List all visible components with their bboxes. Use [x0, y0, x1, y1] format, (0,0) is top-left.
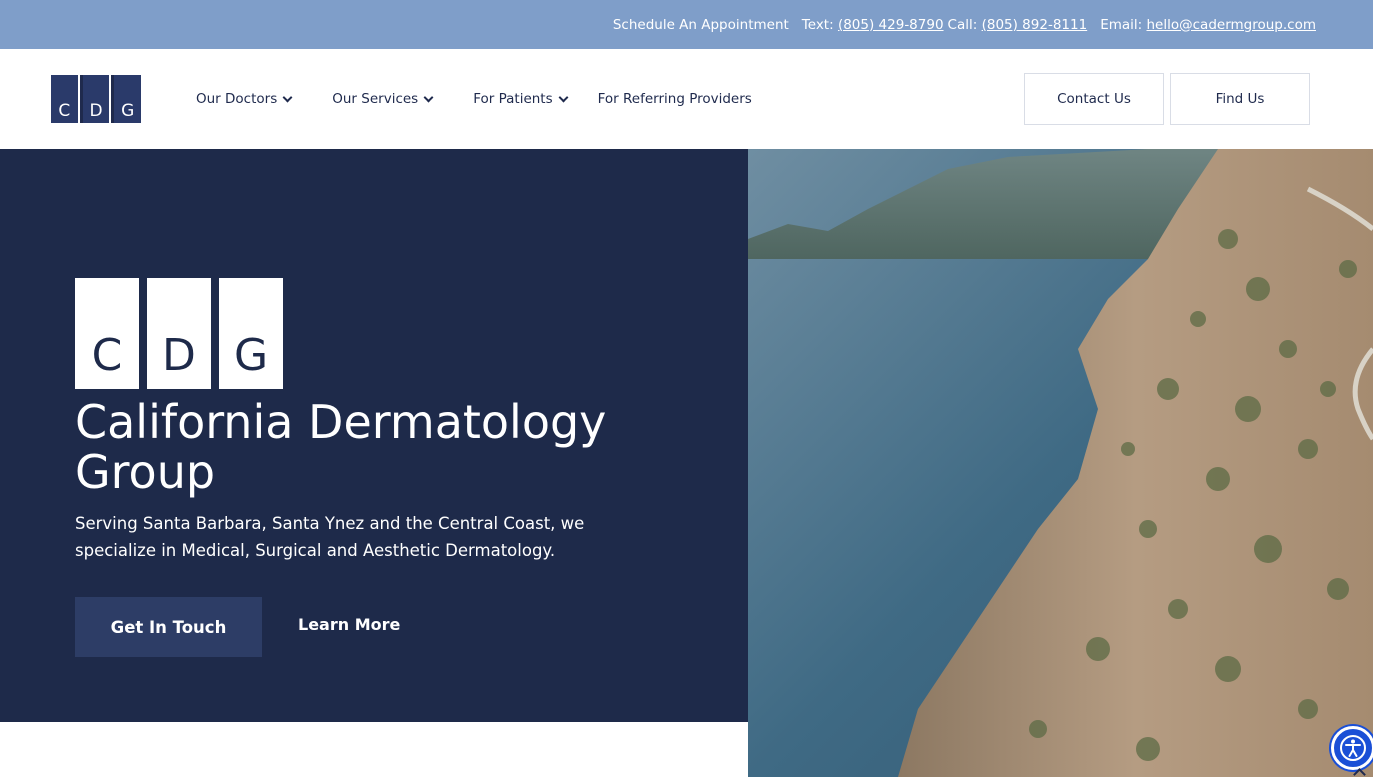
nav-for-patients[interactable]: For Patients — [473, 91, 569, 107]
accessibility-icon — [1340, 735, 1366, 761]
call-label: Call: — [947, 16, 978, 33]
hero-panel: C D G California Dermatology Group Servi… — [0, 149, 748, 722]
main-navbar: C D G Our Doctors Our Services For Patie… — [0, 49, 1373, 149]
primary-menu: Our Doctors Our Services For Patients Fo… — [196, 49, 752, 149]
nav-for-patients-label: For Patients — [473, 91, 553, 107]
nav-our-doctors-label: Our Doctors — [196, 91, 278, 107]
hero-logo-letter-g: G — [219, 278, 283, 389]
logo-letter-g: G — [114, 75, 142, 123]
coastline-hero-image — [748, 149, 1373, 777]
hero-subtitle: Serving Santa Barbara, Santa Ynez and th… — [75, 514, 585, 560]
logo-letter-c: C — [51, 75, 80, 123]
chevron-down-icon — [558, 92, 569, 102]
nav-for-referring-providers-label: For Referring Providers — [597, 91, 752, 107]
schedule-appointment-link[interactable]: Schedule An Appointment — [613, 17, 789, 33]
email-contact: Email: hello@cadermgroup.com — [1100, 17, 1316, 33]
hero-logo: C D G — [75, 278, 283, 389]
call-phone-link[interactable]: (805) 892-8111 — [982, 17, 1088, 33]
text-contact: Text: (805) 429-8790 — [802, 17, 944, 33]
nav-our-doctors[interactable]: Our Doctors — [196, 91, 293, 107]
site-logo[interactable]: C D G — [51, 75, 142, 123]
chevron-down-icon — [282, 92, 293, 102]
accessibility-button[interactable] — [1331, 726, 1373, 770]
find-us-button[interactable]: Find Us — [1170, 73, 1310, 125]
chevron-down-icon — [423, 92, 434, 102]
hero-logo-letter-d: D — [147, 278, 211, 389]
nav-for-referring-providers[interactable]: For Referring Providers — [598, 91, 752, 107]
hero-title: California Dermatology Group — [75, 395, 607, 499]
logo-letter-d: D — [82, 75, 112, 123]
call-contact: Call: (805) 892-8111 — [948, 17, 1088, 33]
section-spacer — [0, 722, 748, 777]
coastline-illustration — [748, 149, 1373, 777]
nav-our-services-label: Our Services — [332, 91, 419, 107]
top-utility-bar: Schedule An Appointment Text: (805) 429-… — [0, 0, 1373, 49]
hero-logo-letter-c: C — [75, 278, 139, 389]
get-in-touch-button[interactable]: Get In Touch — [75, 597, 262, 657]
contact-us-button[interactable]: Contact Us — [1024, 73, 1164, 125]
email-label: Email: — [1100, 16, 1143, 33]
text-label: Text: — [801, 16, 834, 33]
text-phone-link[interactable]: (805) 429-8790 — [838, 17, 944, 33]
learn-more-link[interactable]: Learn More — [298, 615, 400, 634]
nav-our-services[interactable]: Our Services — [332, 91, 434, 107]
email-link[interactable]: hello@cadermgroup.com — [1147, 17, 1317, 33]
